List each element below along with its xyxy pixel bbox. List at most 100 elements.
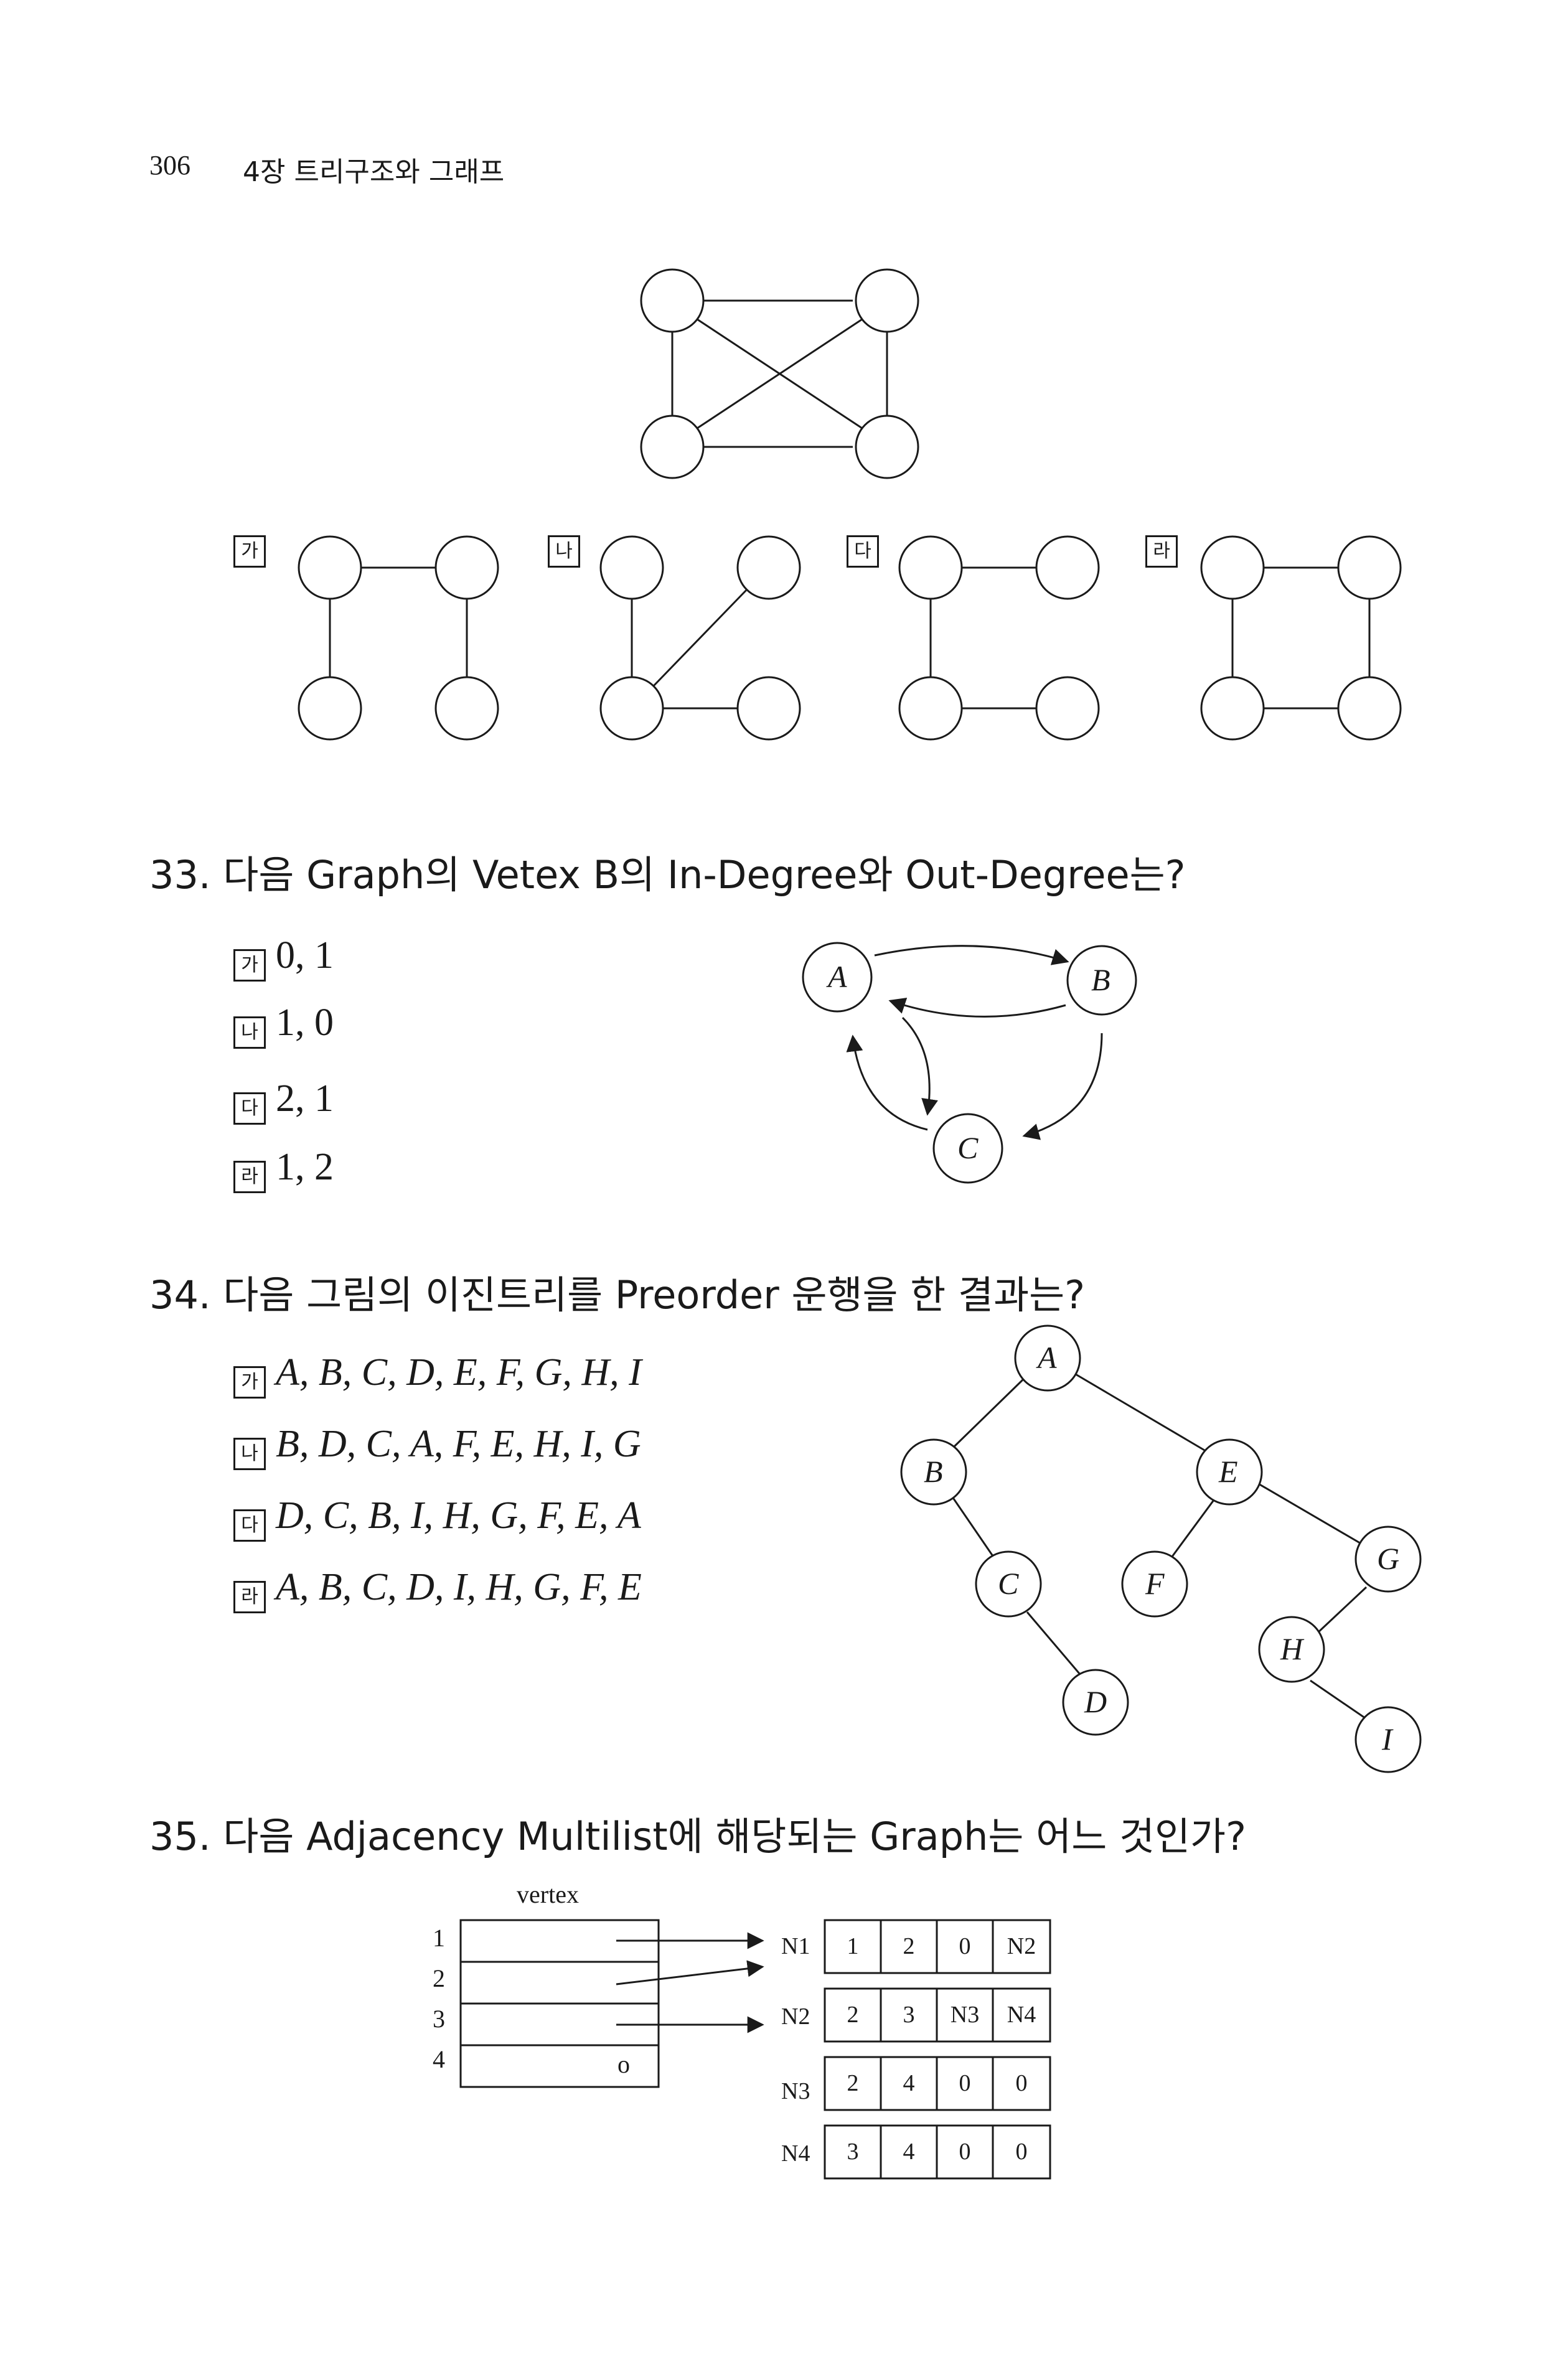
graph-node bbox=[599, 535, 664, 600]
table-cell: 2 bbox=[847, 2070, 859, 2096]
question-number: 34. bbox=[149, 1272, 211, 1318]
table-cell: 3 bbox=[847, 2139, 859, 2165]
graph-node bbox=[736, 535, 801, 600]
graph-node bbox=[298, 535, 362, 600]
table-cell: 0 bbox=[1015, 2070, 1028, 2096]
node-name-n1: N1 bbox=[781, 1933, 810, 1959]
option-mark: 가 bbox=[233, 949, 266, 982]
tree-label-a: A bbox=[1038, 1340, 1057, 1375]
graph-node bbox=[640, 415, 705, 479]
graph-node bbox=[640, 268, 705, 333]
vertex-index-1: 1 bbox=[433, 1924, 445, 1952]
vertex-label: vertex bbox=[517, 1880, 579, 1908]
tree-label-d: D bbox=[1084, 1684, 1107, 1719]
table-cell: 3 bbox=[903, 2002, 915, 2028]
edge-a-to-b bbox=[874, 945, 1069, 965]
option-text: 1, 2 bbox=[276, 1146, 334, 1188]
option-mark: 나 bbox=[233, 1438, 266, 1471]
question-text: 다음 Graph의 Vetex B의 In-Degree와 Out-Degree… bbox=[223, 852, 1186, 898]
table-cell: N3 bbox=[950, 2002, 980, 2028]
graph-node bbox=[1035, 676, 1100, 741]
option-mark: 라 bbox=[233, 1581, 266, 1614]
graph-node bbox=[434, 535, 499, 600]
edge-a-to-c bbox=[901, 1016, 938, 1116]
edge-c-to-a bbox=[846, 1034, 928, 1131]
option-text: 1, 0 bbox=[276, 1001, 334, 1044]
q32-main-graph bbox=[640, 268, 919, 479]
graph-node bbox=[1035, 535, 1100, 600]
table-cell: 0 bbox=[959, 1933, 971, 1959]
graph-node bbox=[855, 268, 919, 333]
option-text: 0, 1 bbox=[276, 934, 334, 977]
q33-option-c: 다 2, 1 bbox=[233, 1077, 334, 1125]
node-label-b: B bbox=[1091, 962, 1110, 997]
q35-multilist bbox=[459, 1919, 764, 2088]
option-mark: 다 bbox=[233, 1509, 266, 1542]
table-cell: 2 bbox=[847, 2002, 859, 2028]
node-label-a: A bbox=[828, 959, 847, 994]
option-text: A, B, C, D, I, H, G, F, E bbox=[276, 1566, 642, 1608]
option-text: D, C, B, I, H, G, F, E, A bbox=[276, 1494, 641, 1537]
table-cell: 0 bbox=[1015, 2139, 1028, 2165]
node-label-c: C bbox=[957, 1130, 979, 1165]
q32-option-a-mark: 가 bbox=[233, 535, 266, 568]
table-cell: 2 bbox=[903, 1933, 915, 1959]
tree-label-h: H bbox=[1280, 1631, 1303, 1666]
graph-node bbox=[1200, 535, 1265, 600]
node-name-n3: N3 bbox=[781, 2078, 810, 2104]
question-text: 다음 Adjacency Multilist에 해당되는 Graph는 어느 것… bbox=[223, 1814, 1246, 1859]
graph-node bbox=[298, 676, 362, 741]
table-cell: 4 bbox=[903, 2139, 915, 2165]
tree-label-c: C bbox=[998, 1566, 1019, 1601]
question-text: 다음 그림의 이진트리를 Preorder 운행을 한 결과는? bbox=[223, 1272, 1086, 1318]
graph-node bbox=[1337, 535, 1402, 600]
tree-label-b: B bbox=[924, 1454, 943, 1489]
tree-label-i: I bbox=[1382, 1722, 1392, 1756]
q32-option-a-graph bbox=[298, 535, 499, 741]
q32-option-d-mark: 라 bbox=[1145, 535, 1178, 568]
table-cell: 1 bbox=[847, 1933, 859, 1959]
q34-option-a: 가 A, B, C, D, E, F, G, H, I bbox=[233, 1351, 642, 1399]
question-number: 33. bbox=[149, 852, 211, 898]
graph-node bbox=[434, 676, 499, 741]
q32-option-c-graph bbox=[898, 535, 1100, 741]
graph-node bbox=[736, 676, 801, 741]
tree-label-e: E bbox=[1219, 1454, 1238, 1489]
graph-node bbox=[855, 415, 919, 479]
vertex-index-2: 2 bbox=[433, 1964, 445, 1992]
graph-node bbox=[1200, 676, 1265, 741]
table-cell: 0 bbox=[959, 2070, 971, 2096]
option-text: A, B, C, D, E, F, G, H, I bbox=[276, 1351, 642, 1394]
q32-option-b-graph bbox=[599, 535, 801, 741]
option-text: B, D, C, A, F, E, H, I, G bbox=[276, 1423, 641, 1465]
table-cell: N4 bbox=[1007, 2002, 1036, 2028]
q32-option-b-mark: 나 bbox=[548, 535, 580, 568]
table-cell: N2 bbox=[1007, 1933, 1036, 1959]
q34-option-d: 라 A, B, C, D, I, H, G, F, E bbox=[233, 1565, 642, 1614]
q34-binary-tree bbox=[900, 1324, 1422, 1773]
graph-node bbox=[898, 676, 963, 741]
q33-option-a: 가 0, 1 bbox=[233, 934, 334, 982]
graph-node bbox=[1337, 676, 1402, 741]
table-cell: 4 bbox=[903, 2070, 915, 2096]
q35-title-line: 35. 다음 Adjacency Multilist에 해당되는 Graph는 … bbox=[149, 1805, 1246, 1861]
vertex-index-4: 4 bbox=[433, 2045, 445, 2073]
option-mark: 다 bbox=[233, 1092, 266, 1125]
node-name-n4: N4 bbox=[781, 2140, 810, 2167]
graph-node bbox=[599, 676, 664, 741]
q34-option-c: 다 D, C, B, I, H, G, F, E, A bbox=[233, 1494, 641, 1542]
option-mark: 라 bbox=[233, 1161, 266, 1194]
node-name-n2: N2 bbox=[781, 2004, 810, 2030]
q32-option-c-mark: 다 bbox=[847, 535, 879, 568]
q32-option-d-graph bbox=[1200, 535, 1402, 741]
q34-option-b: 나 B, D, C, A, F, E, H, I, G bbox=[233, 1422, 641, 1471]
q33-title-line: 33. 다음 Graph의 Vetex B의 In-Degree와 Out-De… bbox=[149, 843, 1186, 899]
question-number: 35. bbox=[149, 1814, 211, 1859]
q34-title-line: 34. 다음 그림의 이진트리를 Preorder 운행을 한 결과는? bbox=[149, 1263, 1085, 1320]
edge-b-to-c bbox=[1022, 1033, 1103, 1140]
tree-label-f: F bbox=[1145, 1566, 1165, 1601]
q33-option-b: 나 1, 0 bbox=[233, 1001, 334, 1049]
vertex-index-3: 3 bbox=[433, 2005, 445, 2033]
option-mark: 나 bbox=[233, 1016, 266, 1049]
option-text: 2, 1 bbox=[276, 1077, 334, 1120]
